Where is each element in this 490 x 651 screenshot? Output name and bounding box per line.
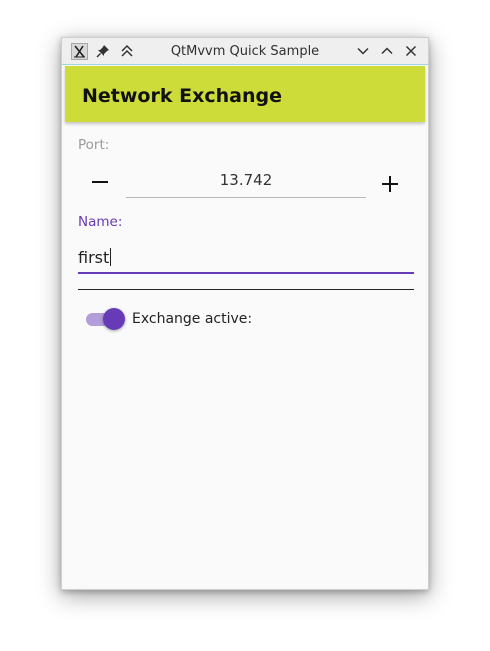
page-title: Network Exchange (82, 85, 282, 107)
divider (78, 289, 414, 290)
name-label: Name: (78, 214, 123, 230)
port-spinbox[interactable]: 13.742 (126, 166, 366, 198)
name-input-value: first (78, 248, 110, 267)
name-input[interactable]: first (78, 242, 414, 274)
minus-icon[interactable] (90, 172, 110, 192)
port-label: Port: (78, 137, 110, 153)
app-header: Network Exchange (65, 66, 425, 122)
chevron-up-icon[interactable] (378, 42, 396, 60)
switch-knob (103, 308, 125, 330)
close-icon[interactable] (402, 42, 420, 60)
plus-icon[interactable] (378, 172, 402, 196)
exchange-active-switch[interactable] (86, 308, 126, 330)
exchange-active-label: Exchange active: (132, 311, 253, 327)
app-window: QtMvvm Quick Sample Network Exchange Por… (61, 37, 429, 590)
text-caret (110, 248, 112, 266)
window-title: QtMvvm Quick Sample (170, 44, 320, 59)
page-content: Network Exchange Port: 13.742 Name: firs… (65, 66, 425, 586)
title-bar[interactable]: QtMvvm Quick Sample (62, 38, 428, 65)
chevron-down-icon[interactable] (354, 42, 372, 60)
